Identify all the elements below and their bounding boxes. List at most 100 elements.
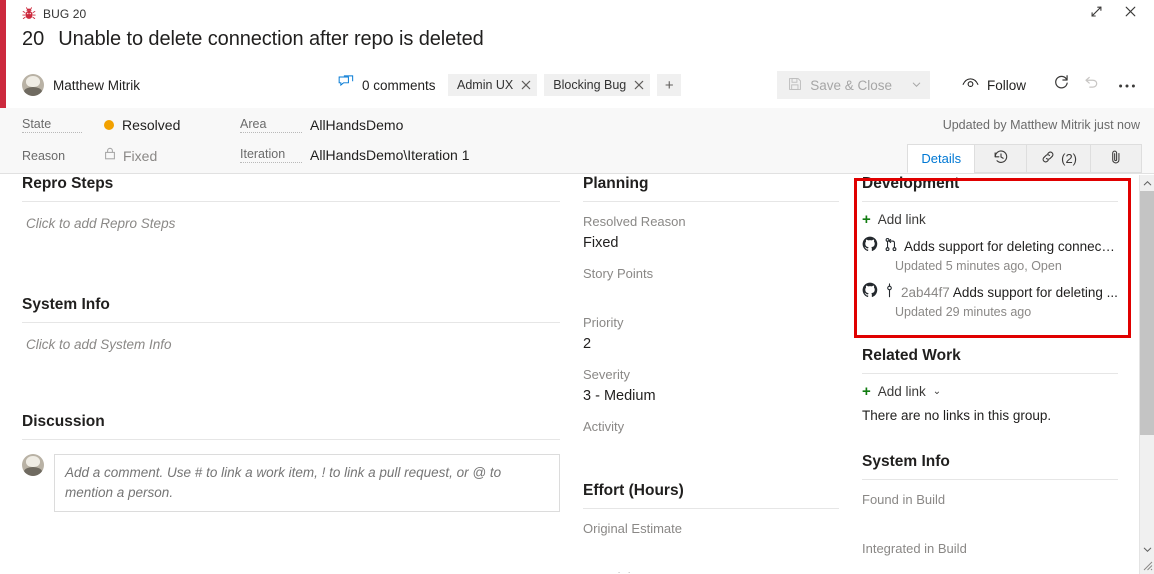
middle-column: Planning Resolved Reason Fixed Story Poi… (583, 175, 839, 574)
follow-button[interactable]: Follow (956, 71, 1032, 99)
more-actions-button[interactable] (1112, 71, 1142, 99)
field-value (862, 509, 1118, 529)
bug-icon (22, 7, 36, 21)
development-link-item: Adds support for deleting connecti... Up… (862, 227, 1118, 273)
system-info-field[interactable]: Click to add System Info (22, 323, 560, 379)
field-label: Integrated in Build (862, 541, 967, 556)
tab-links[interactable]: (2) (1026, 144, 1090, 173)
attachment-icon (1109, 149, 1123, 168)
group-effort: Effort (Hours) Original Estimate Remaini… (583, 456, 839, 574)
tag-admin-ux[interactable]: Admin UX (448, 74, 538, 96)
tag-label: Admin UX (457, 78, 514, 92)
development-link-subtitle: Updated 29 minutes ago (895, 305, 1032, 319)
tag-label: Blocking Bug (553, 78, 627, 92)
development-add-link-button[interactable]: + Add link (862, 202, 1118, 227)
state-field[interactable]: State Resolved (22, 117, 180, 133)
comments-link[interactable]: 0 comments (338, 74, 436, 96)
close-icon[interactable] (634, 80, 644, 90)
tab-history[interactable] (974, 144, 1027, 173)
lock-icon (104, 147, 116, 165)
scroll-up-button[interactable] (1140, 175, 1154, 191)
maximize-button[interactable] (1082, 1, 1110, 27)
repro-steps-field[interactable]: Click to add Repro Steps (22, 202, 560, 258)
field-value: 3 - Medium (583, 388, 656, 404)
vertical-scrollbar[interactable] (1139, 175, 1154, 574)
assigned-to-field[interactable]: Matthew Mitrik (22, 74, 140, 96)
related-work-add-link-button[interactable]: + Add link ⌄ (862, 374, 1118, 399)
work-item-type-label: BUG 20 (43, 7, 87, 21)
field-activity[interactable]: Activity (583, 407, 839, 456)
eye-icon (962, 77, 979, 93)
follow-label: Follow (986, 77, 1026, 93)
area-field[interactable]: Area AllHandsDemo (240, 117, 403, 133)
iteration-field[interactable]: Iteration AllHandsDemo\Iteration 1 (240, 147, 470, 163)
reason-field: Reason Fixed (22, 147, 157, 165)
save-and-close-button[interactable]: Save & Close (777, 71, 930, 99)
last-updated-note: Updated by Matthew Mitrik just now (942, 118, 1140, 132)
tab-details[interactable]: Details (907, 144, 975, 173)
group-related-work: Related Work + Add link ⌄ There are no l… (862, 319, 1118, 423)
development-link-main[interactable]: 2ab44f7 Adds support for deleting ... (862, 282, 1118, 303)
group-system-info-right: System Info Found in Build Integrated in… (862, 423, 1118, 574)
field-integrated-in-build[interactable]: Integrated in Build (862, 529, 1118, 574)
resize-grip-icon[interactable] (1140, 557, 1154, 574)
group-system-info: System Info Click to add System Info (22, 258, 560, 379)
work-item-fields-strip: State Resolved Reason Fixed Area AllHand… (0, 108, 1154, 174)
area-value: AllHandsDemo (310, 117, 404, 133)
chevron-down-icon[interactable]: ⌄ (933, 386, 941, 397)
iteration-value: AllHandsDemo\Iteration 1 (310, 147, 470, 163)
repro-steps-placeholder: Click to add Repro Steps (26, 216, 176, 231)
work-item-header: 20 Unable to delete connection after rep… (0, 28, 1154, 108)
development-link-text: Adds support for deleting ... (952, 285, 1118, 300)
field-label: Resolved Reason (583, 214, 686, 229)
dialog-titlebar: BUG 20 (0, 0, 1154, 28)
field-remaining[interactable]: Remaining (583, 558, 839, 574)
tab-attachments[interactable] (1090, 144, 1142, 173)
save-and-close-main[interactable]: Save & Close (777, 77, 904, 94)
add-link-label: Add link (877, 212, 926, 227)
chevron-down-icon (1143, 540, 1152, 558)
title-row: 20 Unable to delete connection after rep… (0, 28, 1154, 64)
field-story-points[interactable]: Story Points (583, 254, 839, 303)
field-value: 2 (583, 336, 592, 352)
state-value: Resolved (122, 117, 181, 133)
window-controls (1082, 0, 1144, 28)
tab-details-label: Details (921, 151, 962, 166)
work-item-body: Repro Steps Click to add Repro Steps Sys… (0, 175, 1139, 574)
group-title: Discussion (22, 413, 105, 430)
development-link-main[interactable]: Adds support for deleting connecti... (862, 236, 1118, 257)
reason-value: Fixed (123, 148, 158, 164)
work-item-title[interactable]: Unable to delete connection after repo i… (58, 28, 484, 51)
scroll-down-button[interactable] (1140, 541, 1154, 557)
field-found-in-build[interactable]: Found in Build (862, 480, 1118, 529)
field-original-estimate[interactable]: Original Estimate (583, 509, 839, 558)
field-resolved-reason: Resolved Reason Fixed (583, 202, 839, 254)
scrollbar-thumb[interactable] (1140, 191, 1154, 435)
close-icon[interactable] (521, 80, 531, 90)
comment-input[interactable] (54, 454, 560, 512)
save-options-dropdown[interactable] (904, 71, 930, 99)
iteration-label: Iteration (240, 147, 302, 163)
field-severity[interactable]: Severity 3 - Medium (583, 355, 839, 407)
tag-blocking-bug[interactable]: Blocking Bug (544, 74, 651, 96)
plus-icon: + (862, 383, 871, 400)
assigned-to-name: Matthew Mitrik (53, 77, 141, 93)
system-info-placeholder: Click to add System Info (26, 337, 172, 352)
field-priority[interactable]: Priority 2 (583, 303, 839, 355)
work-item-id: 20 (22, 28, 45, 50)
field-value: Fixed (583, 235, 619, 251)
field-label: Found in Build (862, 492, 946, 507)
development-link-subtitle: Updated 5 minutes ago, Open (895, 259, 1062, 273)
group-title: Related Work (862, 347, 961, 364)
group-repro-steps: Repro Steps Click to add Repro Steps (22, 175, 560, 258)
field-value (583, 436, 839, 456)
refresh-button[interactable] (1046, 71, 1076, 99)
add-tag-button[interactable]: + (657, 74, 682, 96)
tab-links-count: (2) (1061, 151, 1077, 166)
close-button[interactable] (1116, 1, 1144, 27)
save-and-close-label: Save & Close (810, 77, 892, 93)
group-title: Effort (Hours) (583, 482, 684, 499)
field-label: Original Estimate (583, 521, 682, 536)
maximize-icon (1089, 4, 1104, 24)
field-label: Activity (583, 419, 625, 434)
